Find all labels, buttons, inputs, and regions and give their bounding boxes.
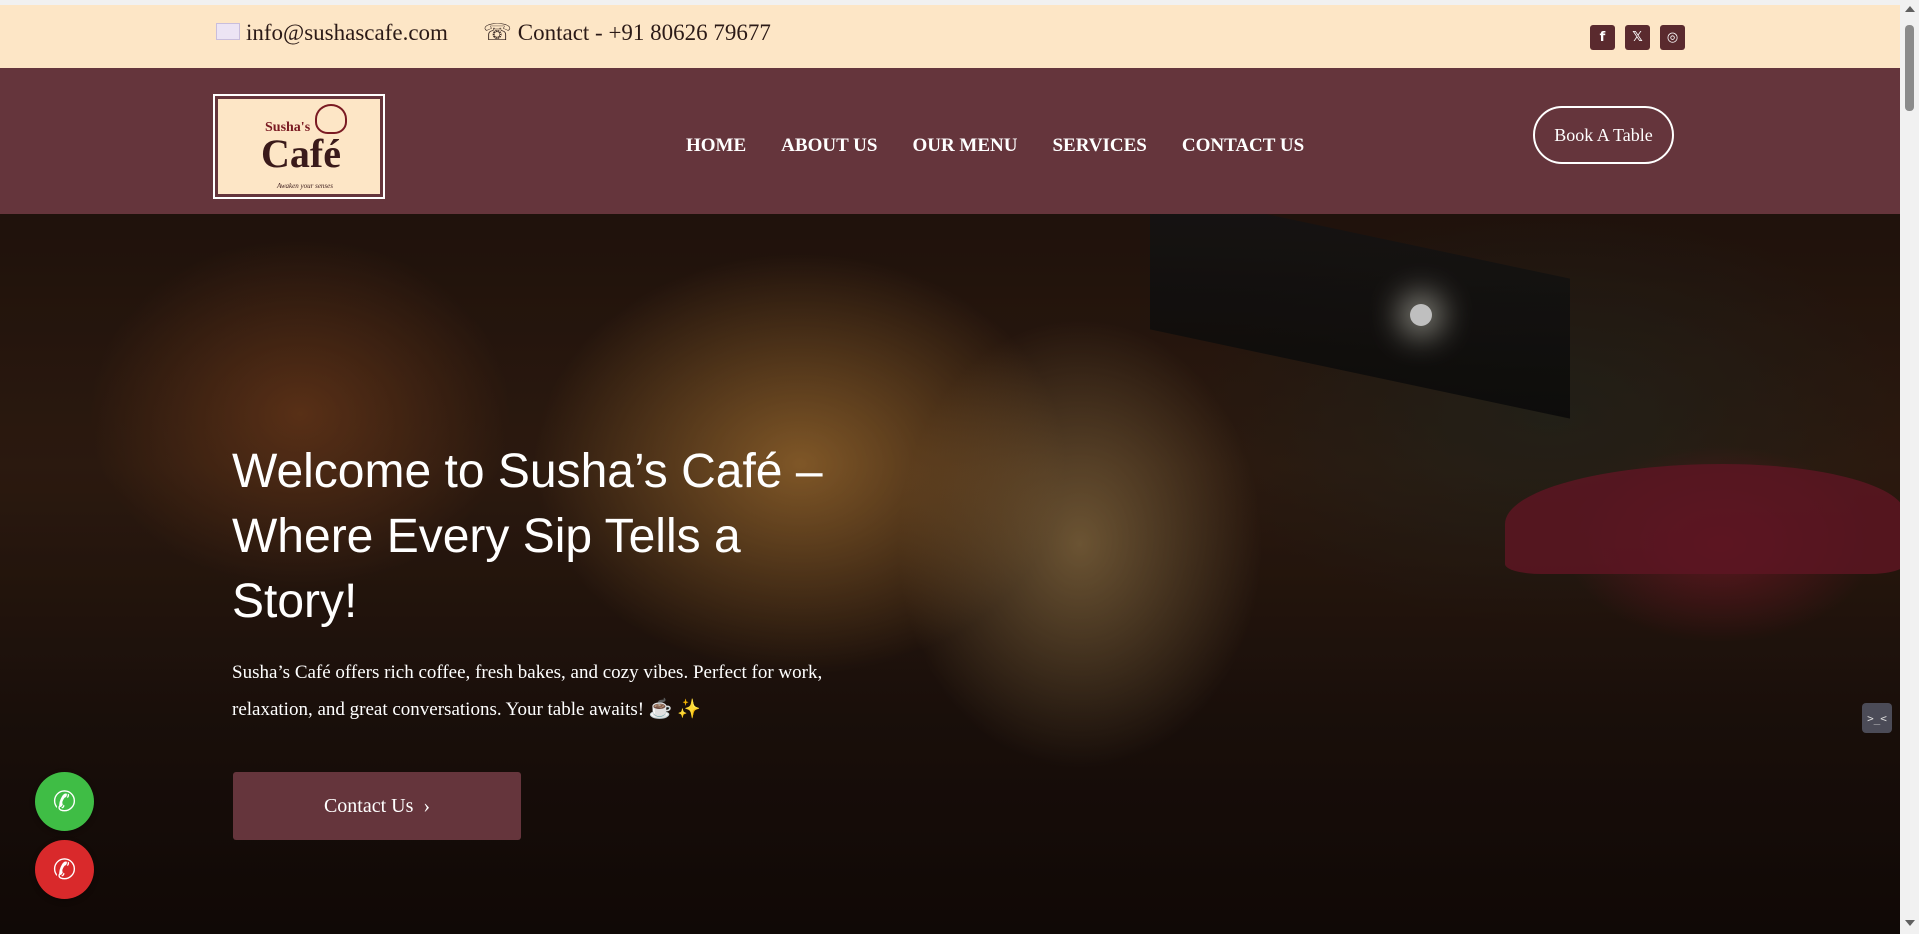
scroll-up-arrow-icon[interactable] [1905,6,1915,12]
nav-menu: HOME ABOUT US OUR MENU SERVICES CONTACT … [686,135,1304,157]
chevron-right-icon: › [423,794,431,817]
envelope-icon [216,22,240,40]
social-links: f 𝕏 ◎ [1590,25,1685,50]
nav-our-menu[interactable]: OUR MENU [912,135,1017,157]
hero-title: Welcome to Susha’s Café – Where Every Si… [232,445,823,628]
site-logo[interactable]: Susha's Café Awaken your senses [213,94,385,199]
x-icon[interactable]: 𝕏 [1625,25,1650,50]
email-link[interactable]: info@sushascafe.com [216,20,448,46]
nav-about-us[interactable]: ABOUT US [781,135,877,157]
phone-icon[interactable]: ✆ [35,840,94,899]
telephone-icon: ☏ [483,20,512,45]
scroll-down-arrow-icon[interactable] [1905,920,1915,926]
logo-tagline: Awaken your senses [277,182,333,190]
scroll-thumb[interactable] [1905,25,1914,111]
nav-contact-us[interactable]: CONTACT US [1182,135,1304,157]
email-text: info@sushascafe.com [246,20,448,45]
hero-section: Welcome to Susha’s Café – Where Every Si… [0,214,1900,934]
nav-services[interactable]: SERVICES [1052,135,1146,157]
whatsapp-icon[interactable]: ✆ [35,772,94,831]
hero-description: Susha’s Café offers rich coffee, fresh b… [232,662,823,720]
facebook-icon[interactable]: f [1590,25,1615,50]
phone-link[interactable]: ☏ Contact - +91 80626 79677 [483,20,771,46]
logo-main-text: Café [261,131,341,176]
book-table-button[interactable]: Book A Table [1533,106,1674,164]
main-navbar: Susha's Café Awaken your senses HOME ABO… [0,68,1900,214]
scrollbar[interactable] [1900,0,1919,934]
nav-home[interactable]: HOME [686,135,746,157]
contact-us-label: Contact Us [323,794,414,817]
instagram-icon[interactable]: ◎ [1660,25,1685,50]
top-info-bar: info@sushascafe.com ☏ Contact - +91 8062… [0,5,1900,68]
phone-text: Contact - +91 80626 79677 [517,20,771,45]
accessibility-widget-icon[interactable]: >_< [1862,703,1892,733]
contact-us-button[interactable]: Contact Us › [233,772,521,840]
